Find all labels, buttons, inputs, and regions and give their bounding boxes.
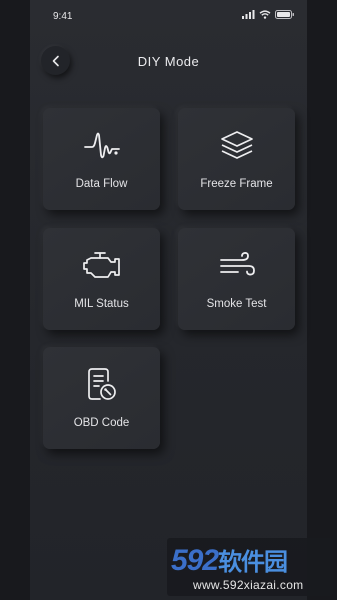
status-time: 9:41 [53,11,73,22]
battery-icon [275,10,294,19]
app-screen: 9:41 DIY Mode Data Flow Freeze Frame MIL… [30,0,307,600]
tile-mil-status[interactable]: MIL Status [43,228,160,330]
tile-obd-code[interactable]: OBD Code [43,347,160,449]
tile-label: Data Flow [75,178,128,190]
tile-freeze-frame[interactable]: Freeze Frame [178,108,295,210]
wind-icon [178,248,295,284]
header: DIY Mode [30,42,307,80]
left-edge [0,0,30,600]
status-bar: 9:41 [30,0,307,34]
tile-smoke-test[interactable]: Smoke Test [178,228,295,330]
tile-label: OBD Code [73,417,130,429]
page-title: DIY Mode [137,54,200,69]
tile-label: MIL Status [74,298,129,310]
tile-label: Smoke Test [206,298,267,310]
watermark: 592软件园 www.592xiazai.com [167,538,333,596]
watermark-logo: 592软件园 [171,544,288,577]
tile-data-flow[interactable]: Data Flow [43,108,160,210]
document-wrench-icon [43,367,160,403]
wifi-icon [259,10,271,19]
waveform-icon [43,128,160,164]
right-edge [307,0,337,600]
signal-icon [242,10,255,19]
layers-icon [178,128,295,164]
tile-label: Freeze Frame [200,178,273,190]
watermark-url: www.592xiazai.com [193,578,304,592]
engine-icon [43,248,160,284]
status-icons [242,10,295,19]
